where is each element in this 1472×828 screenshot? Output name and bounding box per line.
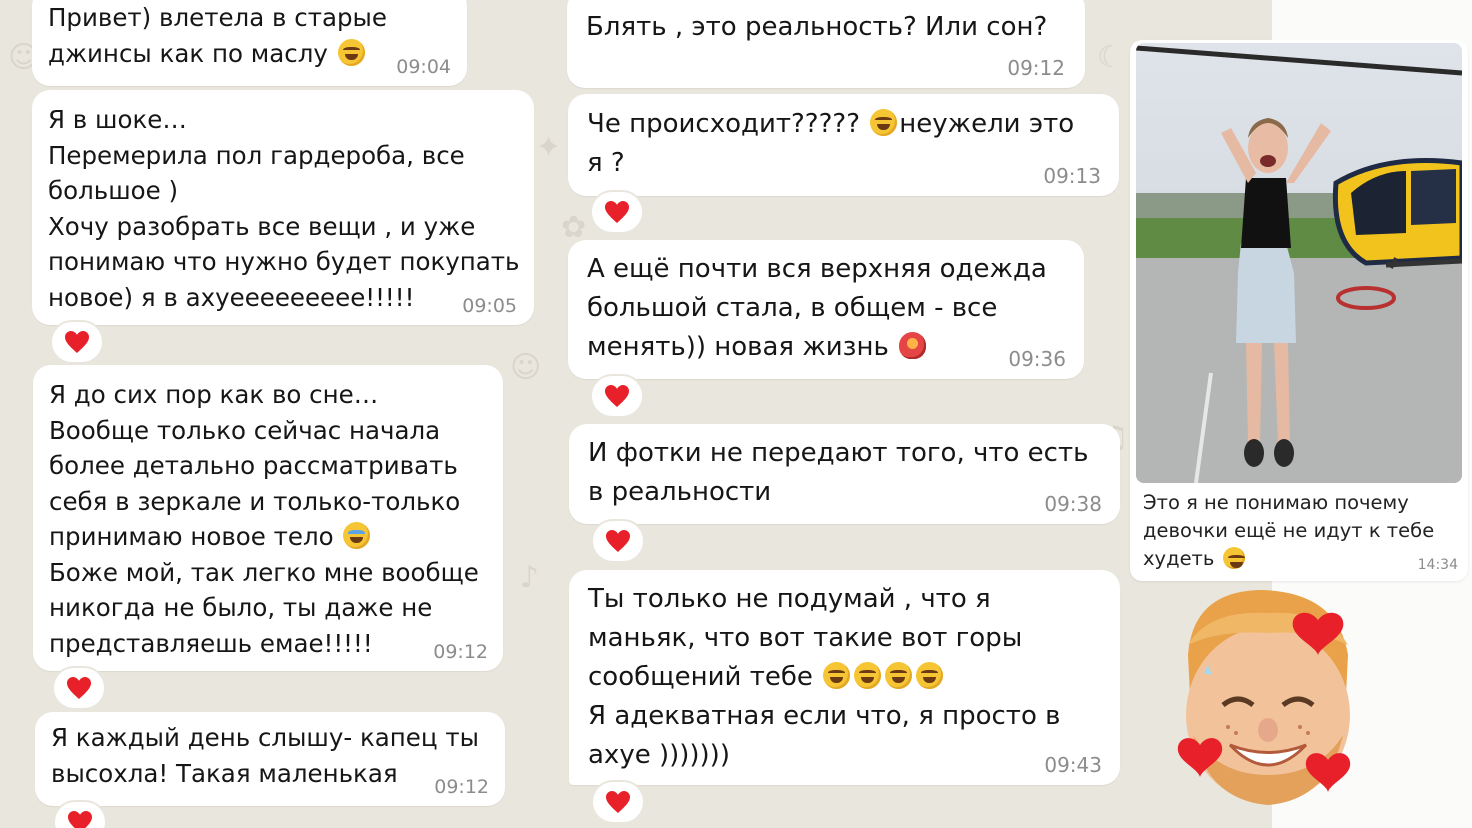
reaction-badge[interactable] [591,780,645,824]
message-timestamp: 09:12 [1007,56,1065,80]
photo-message-bubble[interactable]: Это я не понимаю почему девочки ещё не и… [1130,40,1468,581]
rofl-emoji [870,109,898,136]
heart-icon [604,385,630,415]
message-text: Я каждый день слышу- капец ты высохла! Т… [51,723,479,788]
helicopter-photo[interactable] [1136,43,1462,483]
heart-icon [67,811,93,828]
heart-icon [66,677,92,707]
photo-caption: Это я не понимаю почему девочки ещё не и… [1143,491,1435,570]
wallpaper-doodle-icon: ♪ [520,560,540,595]
heart-on-fire-emoji [899,332,927,359]
message-text: Ты только не подумай , что я маньяк, что… [588,584,1061,770]
rofl-emoji [916,662,944,689]
heart-icon [605,791,631,821]
message-bubble[interactable]: Блять , это реальность? Или сон? 09:12 [567,0,1085,88]
message-timestamp: 14:34 [1417,557,1458,573]
reaction-badge[interactable] [52,666,106,710]
message-text: Я в шоке… Перемерила пол гардероба, все … [48,105,520,312]
message-text: И фотки не передают того, что есть в реа… [588,438,1089,507]
heart-icon [64,331,90,361]
reaction-badge[interactable] [53,800,107,828]
message-bubble[interactable]: Я в шоке… Перемерила пол гардероба, все … [32,90,534,325]
rofl-emoji [885,662,913,689]
message-timestamp: 09:04 [396,56,451,78]
message-text: Я до сих пор как во сне… Вообще только с… [49,380,479,658]
message-timestamp: 09:36 [1008,347,1066,371]
reaction-badge[interactable] [50,320,104,364]
reaction-badge[interactable] [591,519,645,563]
message-text: А ещё почти вся верхняя одежда большой с… [587,254,1047,362]
wallpaper-doodle-icon: ☺ [510,350,542,385]
message-timestamp: 09:43 [1044,753,1102,777]
chat-panel-left: ☺ ✦ ☺ ♪ Привет) влетела в старые джинсы … [0,0,557,828]
message-bubble[interactable]: Я каждый день слышу- капец ты высохла! Т… [35,712,505,806]
message-bubble[interactable]: Ты только не подумай , что я маньяк, что… [569,570,1120,785]
reaction-badge[interactable] [590,190,644,234]
message-timestamp: 09:13 [1043,164,1101,188]
reaction-badge[interactable] [590,374,644,418]
message-text: Блять , это реальность? Или сон? [586,12,1048,42]
message-bubble[interactable]: И фотки не передают того, что есть в реа… [569,424,1120,524]
wallpaper-doodle-icon: ✦ [536,130,557,165]
memoji-sticker [1168,585,1368,810]
message-timestamp: 09:05 [462,295,517,317]
rofl-emoji [823,662,851,689]
message-bubble[interactable]: Я до сих пор как во сне… Вообще только с… [33,365,503,671]
rofl-emoji [1222,547,1245,569]
message-text: Привет) влетела в старые джинсы как по м… [48,3,387,68]
rofl-emoji [854,662,882,689]
wallpaper-doodle-icon: ☾ [1097,40,1124,75]
message-text: Че происходит????? неужели это я ? [587,109,1075,178]
heart-icon [604,201,630,231]
message-timestamp: 09:12 [434,776,489,798]
message-timestamp: 09:12 [433,641,488,663]
message-bubble[interactable]: Че происходит????? неужели это я ? 09:13 [568,94,1119,196]
message-bubble[interactable]: Привет) влетела в старые джинсы как по м… [32,0,467,86]
message-timestamp: 09:38 [1044,492,1102,516]
crying-face-emoji [343,522,371,549]
message-bubble[interactable]: А ещё почти вся верхняя одежда большой с… [568,240,1084,379]
heart-icon [605,530,631,560]
star-struck-face-emoji [337,38,365,66]
